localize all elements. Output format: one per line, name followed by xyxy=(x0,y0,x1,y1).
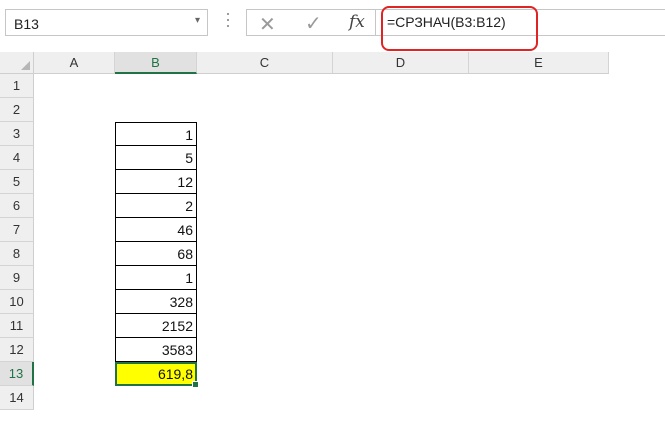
formula-highlight xyxy=(381,6,538,51)
fill-handle[interactable] xyxy=(192,381,199,388)
row-header-9[interactable]: 9 xyxy=(0,266,34,290)
check-icon[interactable]: ✓ xyxy=(305,11,322,36)
select-all-corner[interactable] xyxy=(0,52,34,74)
formula-buttons: ✕ ✓ fx xyxy=(246,9,376,36)
cell-b10[interactable]: 328 xyxy=(115,290,197,314)
formula-bar: B13 ▾ ✕ ✓ fx =СРЗНАЧ(B3:B12) xyxy=(0,0,665,52)
insert-function-icon[interactable]: fx xyxy=(349,12,365,32)
row-header-10[interactable]: 10 xyxy=(0,290,34,314)
chevron-down-icon[interactable]: ▾ xyxy=(195,15,200,26)
column-header-a[interactable]: A xyxy=(34,52,115,74)
row-header-1[interactable]: 1 xyxy=(0,74,34,98)
row-header-8[interactable]: 8 xyxy=(0,242,34,266)
row-header-11[interactable]: 11 xyxy=(0,314,34,338)
cell-b5[interactable]: 12 xyxy=(115,170,197,194)
cancel-icon[interactable]: ✕ xyxy=(259,12,276,37)
spreadsheet-grid: ABCDE 1 2 3 4 5 6 7 8 9 10 11 12 13 14 1 5 12 2 46 68 1 328 2… xyxy=(0,52,665,423)
column-header-d[interactable]: D xyxy=(333,52,469,74)
column-header-b[interactable]: B xyxy=(115,52,197,74)
cell-b7[interactable]: 46 xyxy=(115,218,197,242)
cell-b12[interactable]: 3583 xyxy=(115,338,197,362)
cell-b4[interactable]: 5 xyxy=(115,146,197,170)
cell-b9[interactable]: 1 xyxy=(115,266,197,290)
cell-b3[interactable]: 1 xyxy=(115,122,197,146)
column-header-c[interactable]: C xyxy=(197,52,333,74)
row-header-13[interactable]: 13 xyxy=(0,362,34,386)
cell-b11[interactable]: 2152 xyxy=(115,314,197,338)
row-header-4[interactable]: 4 xyxy=(0,146,34,170)
row-header-5[interactable]: 5 xyxy=(0,170,34,194)
cell-b8[interactable]: 68 xyxy=(115,242,197,266)
name-box-value: B13 xyxy=(14,16,39,32)
cell-b13[interactable]: 619,8 xyxy=(115,362,199,388)
drag-handle-icon[interactable] xyxy=(227,13,229,33)
row-header-2[interactable]: 2 xyxy=(0,98,34,122)
row-header-14[interactable]: 14 xyxy=(0,386,34,410)
cell-b6[interactable]: 2 xyxy=(115,194,197,218)
row-header-7[interactable]: 7 xyxy=(0,218,34,242)
row-header-3[interactable]: 3 xyxy=(0,122,34,146)
name-box[interactable]: B13 ▾ xyxy=(5,9,208,36)
row-header-6[interactable]: 6 xyxy=(0,194,34,218)
column-header-e[interactable]: E xyxy=(469,52,609,74)
row-header-12[interactable]: 12 xyxy=(0,338,34,362)
